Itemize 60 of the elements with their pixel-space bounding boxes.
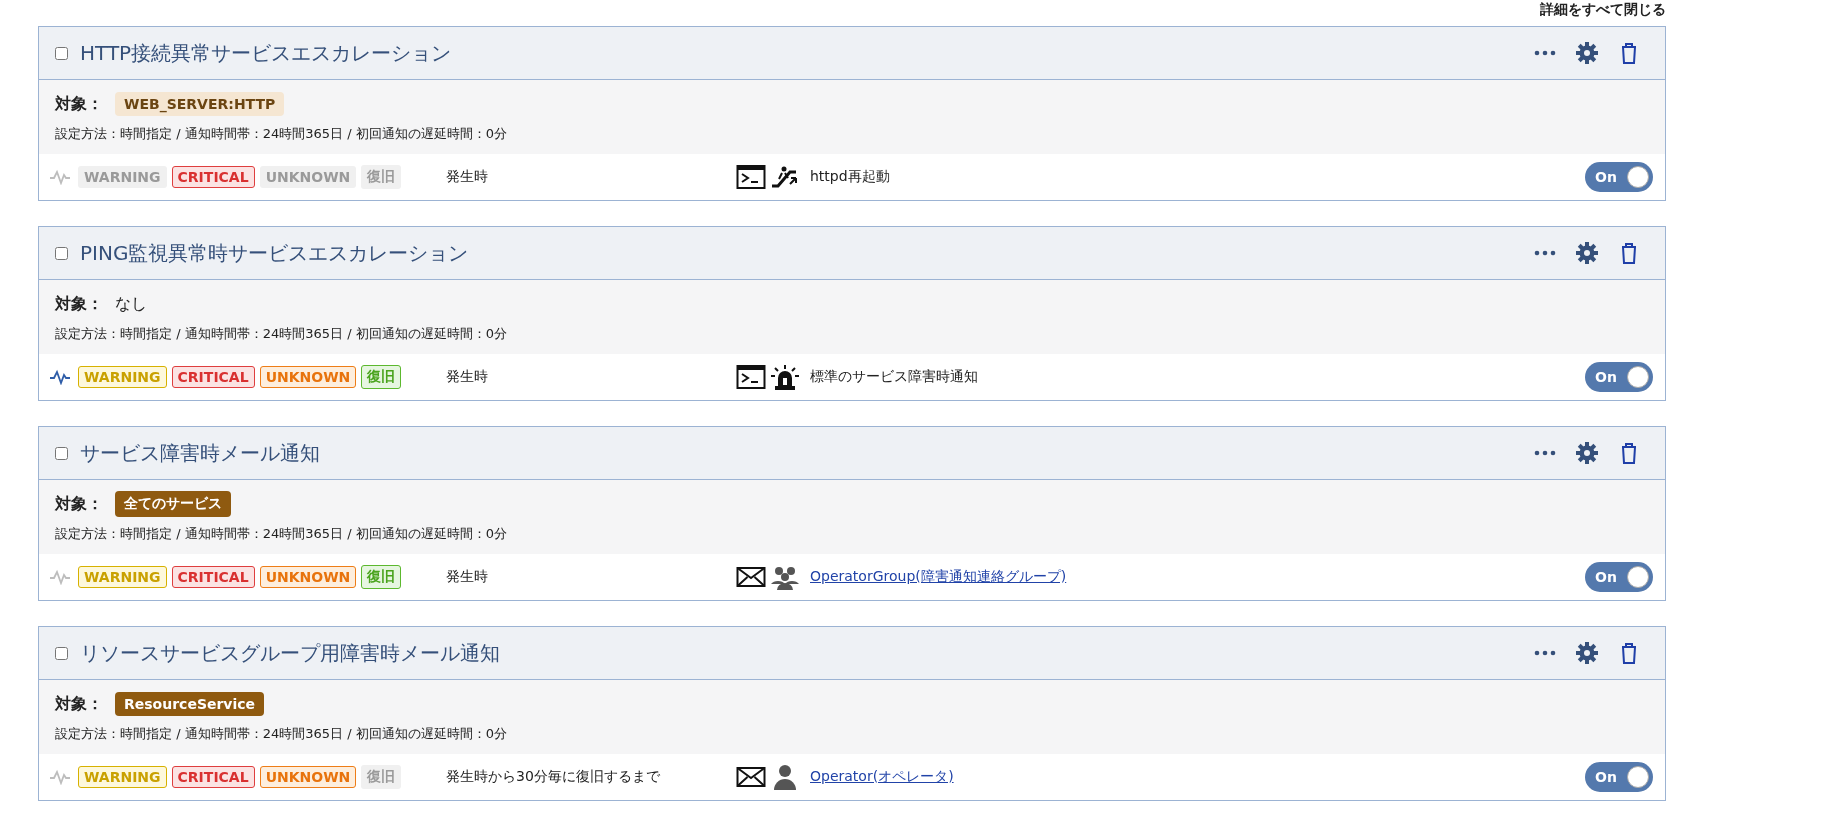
status-badge: CRITICAL [171,566,255,588]
terminal-icon [736,364,766,390]
status-badge: CRITICAL [171,166,255,188]
rule-title: サービス障害時メール通知 [80,439,321,467]
target-label: 対象： [55,293,103,315]
mail-icon [736,564,766,590]
target-label: 対象： [55,493,103,515]
select-checkbox[interactable] [55,246,68,260]
rule-title: HTTP接続異常サービスエスカレーション [80,39,453,67]
status-badge: 復旧 [361,165,402,189]
group-icon [770,564,800,590]
target-tag: WEB_SERVER:HTTP [115,92,285,116]
settings-icon[interactable] [1575,441,1599,465]
recipient-link[interactable]: Operator(オペレータ) [810,768,954,786]
timing-text: 発生時 [446,568,489,586]
status-badge: CRITICAL [171,366,255,388]
collapse-all-link[interactable]: 詳細をすべて閉じる [1540,1,1666,19]
mail-icon [736,764,766,790]
status-badge: WARNING [78,366,167,388]
enable-toggle[interactable]: On [1585,562,1653,592]
status-badge: 復旧 [361,565,402,589]
settings-text: 設定方法：時間指定 / 通知時間帯：24時間365日 / 初回通知の遅延時間：0分 [55,325,508,343]
target-label: 対象： [55,693,103,715]
recipient-link[interactable]: OperatorGroup(障害通知連絡グループ) [810,568,1067,586]
enable-toggle[interactable]: On [1585,762,1653,792]
enable-toggle[interactable]: On [1585,362,1653,392]
target-tag: ResourceService [115,692,265,716]
status-badge: WARNING [78,566,167,588]
target-tag: 全てのサービス [115,491,231,517]
status-badge: 復旧 [361,765,402,789]
status-badge: UNKNOWN [259,566,357,588]
select-checkbox[interactable] [55,446,68,460]
settings-icon[interactable] [1575,641,1599,665]
status-badge: WARNING [78,166,167,188]
terminal-icon [736,164,766,190]
settings-text: 設定方法：時間指定 / 通知時間帯：24時間365日 / 初回通知の遅延時間：0分 [55,725,508,743]
status-badge: CRITICAL [171,766,255,788]
action-text: httpd再起動 [810,168,890,186]
settings-icon[interactable] [1575,41,1599,65]
target-label: 対象： [55,93,103,115]
status-badge: UNKNOWN [259,166,357,188]
settings-text: 設定方法：時間指定 / 通知時間帯：24時間365日 / 初回通知の遅延時間：0分 [55,125,508,143]
rule-title: PING監視異常時サービスエスカレーション [80,239,470,267]
target-tag: なし [115,293,147,315]
rule-title: リソースサービスグループ用障害時メール通知 [80,639,501,667]
timing-text: 発生時から30分毎に復旧するまで [446,768,661,786]
status-badge: WARNING [78,766,167,788]
timing-text: 発生時 [446,168,489,186]
select-checkbox[interactable] [55,646,68,660]
settings-icon[interactable] [1575,241,1599,265]
alarm-light-icon [770,364,800,390]
enable-toggle[interactable]: On [1585,162,1653,192]
status-badge: UNKNOWN [259,766,357,788]
status-badge: 復旧 [361,365,402,389]
action-text: 標準のサービス障害時通知 [810,368,978,386]
timing-text: 発生時 [446,368,489,386]
settings-text: 設定方法：時間指定 / 通知時間帯：24時間365日 / 初回通知の遅延時間：0分 [55,525,508,543]
select-checkbox[interactable] [55,46,68,60]
escalator-icon [770,164,800,190]
status-badge: UNKNOWN [259,366,357,388]
